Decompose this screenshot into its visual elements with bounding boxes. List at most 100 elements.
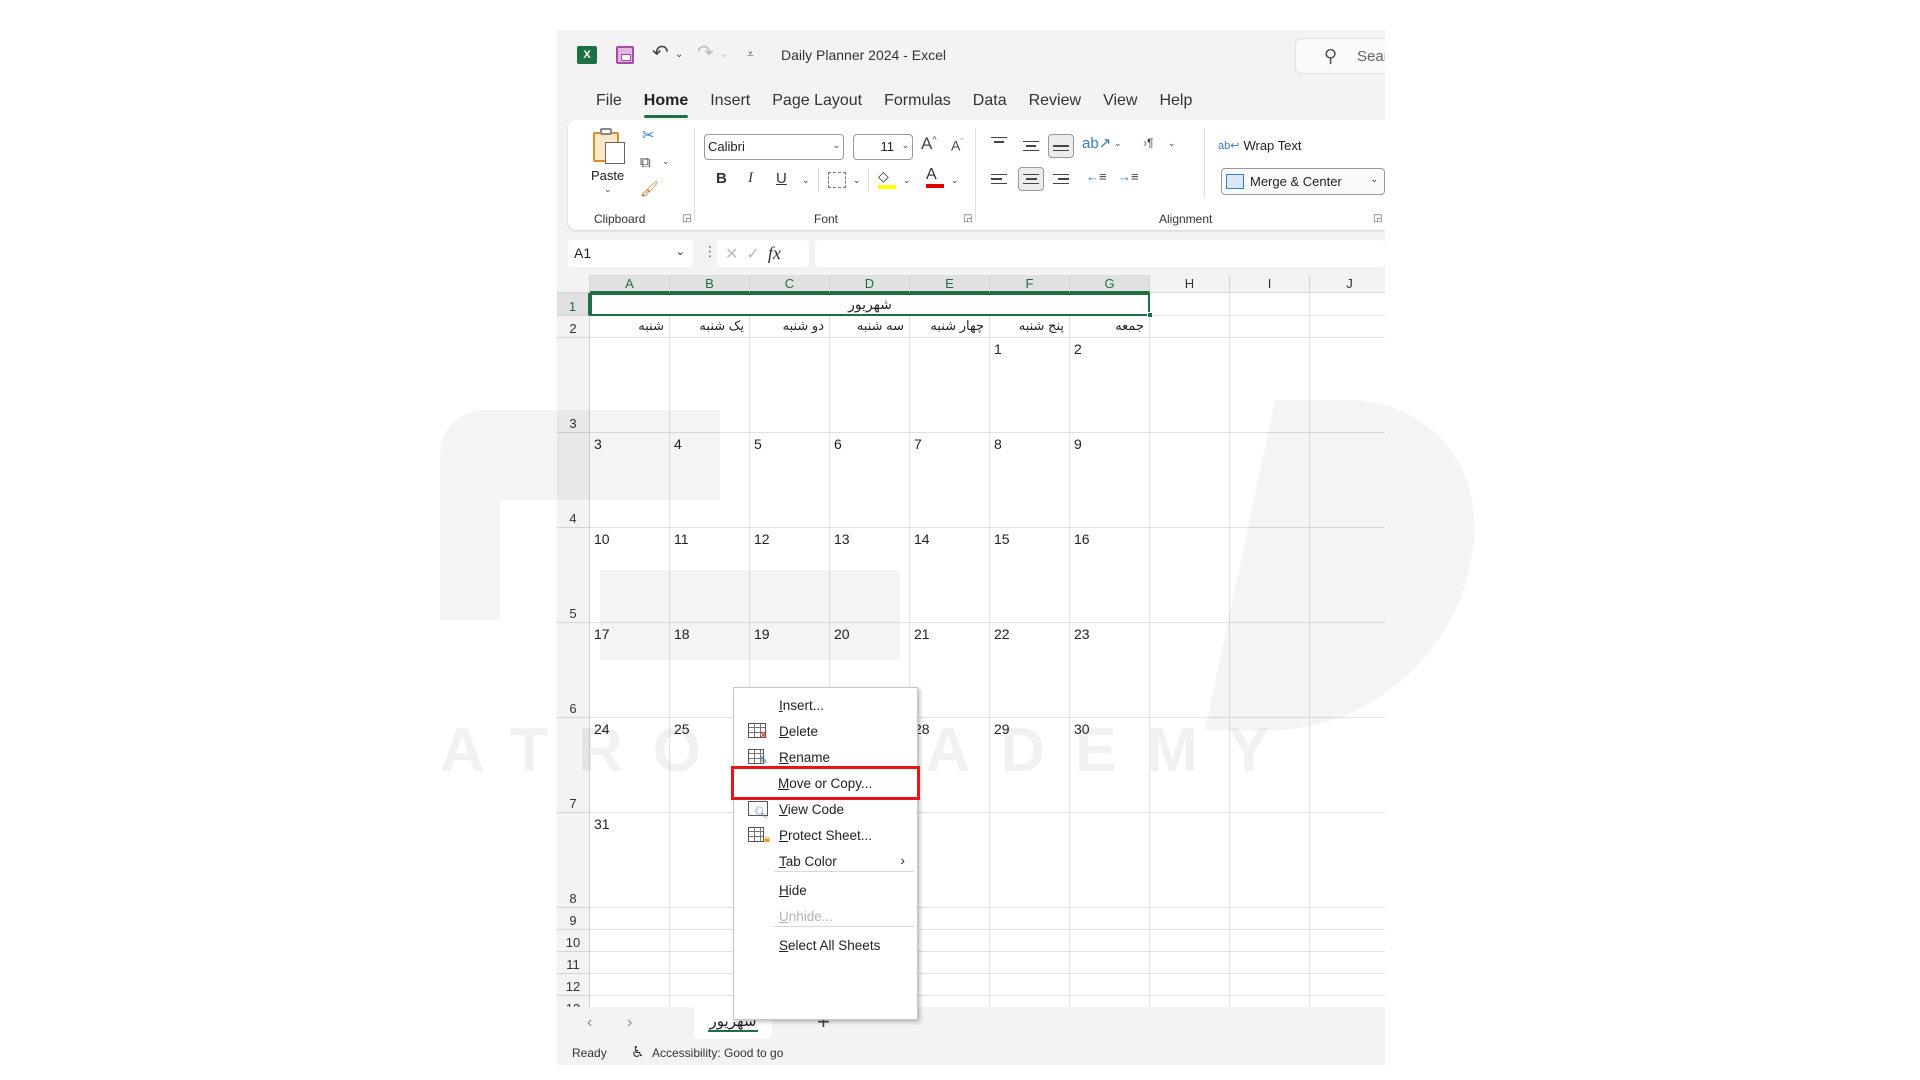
row-header-1[interactable]: 1 xyxy=(557,293,590,316)
grid-cell[interactable] xyxy=(1310,930,1385,952)
menu-item-select-all-sheets[interactable]: Select All Sheets xyxy=(734,930,917,960)
calendar-day-cell[interactable]: 10 xyxy=(590,528,670,623)
grid-cell[interactable] xyxy=(1070,908,1150,930)
underline-dropdown-icon[interactable]: ⌄ xyxy=(802,175,810,186)
grid-cell[interactable] xyxy=(910,974,990,996)
grid-cell[interactable] xyxy=(1150,623,1230,718)
calendar-day-cell[interactable] xyxy=(590,338,670,433)
borders-dropdown-icon[interactable]: ⌄ xyxy=(853,175,861,186)
row-header-3[interactable]: 3 xyxy=(557,338,590,433)
grid-cell[interactable] xyxy=(1310,623,1385,718)
row-header-6[interactable]: 6 xyxy=(557,623,590,718)
grid-cell[interactable] xyxy=(1230,528,1310,623)
weekday-header-cell[interactable]: جمعه xyxy=(1070,316,1150,338)
calendar-day-cell[interactable]: 3 xyxy=(590,433,670,528)
grid-cell[interactable] xyxy=(1150,293,1230,316)
align-right-button[interactable] xyxy=(1048,167,1074,191)
grid-cell[interactable] xyxy=(1150,338,1230,433)
grid-cell[interactable] xyxy=(1230,930,1310,952)
name-box[interactable]: A1 ⌄ xyxy=(568,240,693,267)
row-header-11[interactable]: 11 xyxy=(557,952,590,974)
enter-icon[interactable]: ✓ xyxy=(746,244,759,264)
weekday-header-cell[interactable]: دو شنبه xyxy=(750,316,830,338)
increase-indent-icon[interactable]: →≡ xyxy=(1118,169,1139,184)
weekday-header-cell[interactable]: پنج شنبه xyxy=(990,316,1070,338)
align-left-button[interactable] xyxy=(986,167,1012,191)
calendar-day-cell[interactable] xyxy=(670,338,750,433)
redo-icon[interactable]: ↷ xyxy=(697,40,714,65)
menu-item-move-or-copy[interactable]: Move or Copy... xyxy=(731,766,920,800)
font-color-icon[interactable]: A xyxy=(926,166,944,188)
cut-icon[interactable]: ✂ xyxy=(642,126,655,144)
calendar-day-cell[interactable]: 7 xyxy=(910,433,990,528)
grid-cell[interactable] xyxy=(1070,974,1150,996)
grid-cell[interactable] xyxy=(1310,293,1385,316)
accessibility-status[interactable]: Accessibility: Good to go xyxy=(652,1046,783,1060)
grid-cell[interactable] xyxy=(1230,316,1310,338)
calendar-day-cell[interactable]: 23 xyxy=(1070,623,1150,718)
weekday-header-cell[interactable]: سه شنبه xyxy=(830,316,910,338)
increase-font-size-icon[interactable]: A^ xyxy=(921,134,937,154)
calendar-day-cell[interactable] xyxy=(910,813,990,908)
grid-cell[interactable] xyxy=(1230,293,1310,316)
calendar-day-cell[interactable] xyxy=(830,338,910,433)
grid-cell[interactable] xyxy=(1230,718,1310,813)
font-launcher-icon[interactable]: ◲ xyxy=(963,213,972,224)
row-header-10[interactable]: 10 xyxy=(557,930,590,952)
copy-icon[interactable]: ⧉ xyxy=(640,154,651,171)
calendar-day-cell[interactable]: 8 xyxy=(990,433,1070,528)
paste-dropdown-icon[interactable]: ⌄ xyxy=(604,184,612,195)
merge-center-button[interactable]: Merge & Center ⌄ xyxy=(1221,168,1385,195)
grid-cell[interactable] xyxy=(1230,433,1310,528)
decrease-indent-icon[interactable]: ←≡ xyxy=(1086,169,1107,184)
row-header-8[interactable]: 8 xyxy=(557,813,590,908)
text-direction-dropdown-icon[interactable]: ⌄ xyxy=(1168,138,1176,149)
menu-item-tab-color[interactable]: Tab Color › xyxy=(734,846,917,876)
grid-cell[interactable] xyxy=(1230,974,1310,996)
alignment-launcher-icon[interactable]: ◲ xyxy=(1373,213,1382,224)
grid-cell[interactable] xyxy=(1310,996,1385,1007)
row-header-7[interactable]: 7 xyxy=(557,718,590,813)
spreadsheet-grid[interactable]: شهریور ABCDEFGHIJ12345678910111213شنبهیک… xyxy=(557,275,1385,1007)
calendar-day-cell[interactable]: 21 xyxy=(910,623,990,718)
fill-color-dropdown-icon[interactable]: ⌄ xyxy=(903,175,911,186)
column-header-d[interactable]: D xyxy=(830,275,910,293)
calendar-day-cell[interactable]: 22 xyxy=(990,623,1070,718)
calendar-day-cell[interactable]: 28 xyxy=(910,718,990,813)
calendar-day-cell[interactable] xyxy=(1070,813,1150,908)
calendar-day-cell[interactable]: 14 xyxy=(910,528,990,623)
grid-cell[interactable] xyxy=(1230,623,1310,718)
grid-cell[interactable] xyxy=(1150,813,1230,908)
row-header-9[interactable]: 9 xyxy=(557,908,590,930)
calendar-day-cell[interactable]: 6 xyxy=(830,433,910,528)
underline-button[interactable]: U xyxy=(776,170,787,187)
customize-quick-access-icon[interactable]: ⩡ xyxy=(747,47,754,62)
grid-cell[interactable] xyxy=(1310,528,1385,623)
calendar-day-cell[interactable]: 9 xyxy=(1070,433,1150,528)
calendar-day-cell[interactable]: 4 xyxy=(670,433,750,528)
next-sheet-icon[interactable]: › xyxy=(627,1014,632,1032)
grid-cell[interactable] xyxy=(1310,338,1385,433)
font-color-dropdown-icon[interactable]: ⌄ xyxy=(951,175,959,186)
column-header-f[interactable]: F xyxy=(990,275,1070,293)
calendar-day-cell[interactable]: 1 xyxy=(990,338,1070,433)
grid-cell[interactable] xyxy=(1150,930,1230,952)
calendar-day-cell[interactable]: 30 xyxy=(1070,718,1150,813)
grid-cell[interactable] xyxy=(590,952,670,974)
undo-icon[interactable]: ↶ xyxy=(652,40,669,65)
calendar-day-cell[interactable]: 2 xyxy=(1070,338,1150,433)
column-header-e[interactable]: E xyxy=(910,275,990,293)
text-direction-icon[interactable]: ›¶ xyxy=(1143,136,1153,150)
weekday-header-cell[interactable]: شنبه xyxy=(590,316,670,338)
grid-cell[interactable] xyxy=(590,974,670,996)
tab-page-layout[interactable]: Page Layout xyxy=(761,90,873,118)
calendar-day-cell[interactable] xyxy=(990,813,1070,908)
grid-cell[interactable] xyxy=(1310,433,1385,528)
italic-button[interactable]: I xyxy=(748,170,753,187)
grid-cell[interactable] xyxy=(1310,316,1385,338)
calendar-day-cell[interactable]: 17 xyxy=(590,623,670,718)
grid-cell[interactable] xyxy=(990,996,1070,1007)
grid-cell[interactable] xyxy=(1310,974,1385,996)
grid-cell[interactable] xyxy=(1070,930,1150,952)
grid-cell[interactable] xyxy=(910,952,990,974)
